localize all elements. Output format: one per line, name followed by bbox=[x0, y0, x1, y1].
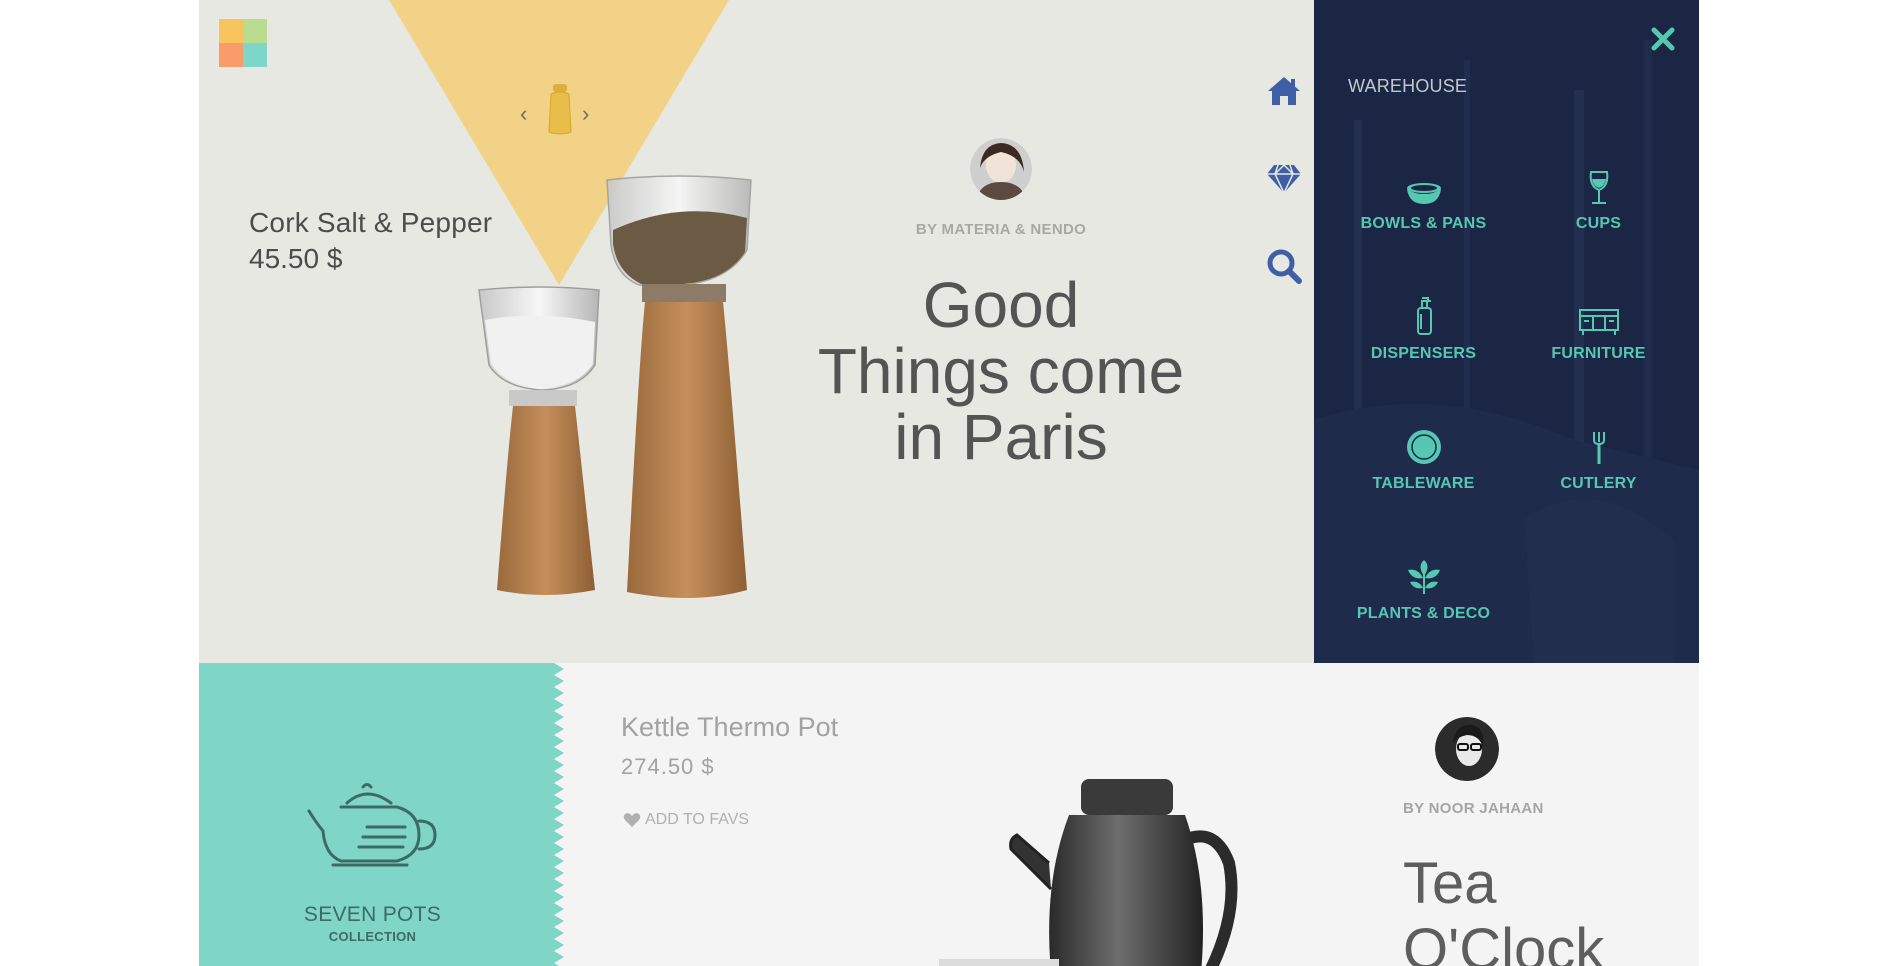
hero-section: ‹ › Cork Salt & Pepper 45.50 $ BY MATERI… bbox=[199, 0, 1314, 663]
warehouse-menu: WAREHOUSE BOWLS & PANS CUPS DISPENSERS F… bbox=[1314, 0, 1699, 663]
close-icon[interactable] bbox=[1648, 24, 1678, 54]
chevron-right-icon[interactable]: › bbox=[582, 103, 589, 125]
furniture-icon bbox=[1578, 309, 1619, 335]
menu-item-cutlery[interactable]: CUTLERY bbox=[1511, 420, 1686, 510]
hero-headline: Good Things come in Paris bbox=[817, 269, 1185, 473]
author-byline: BY MATERIA & NENDO bbox=[915, 221, 1087, 238]
fork-icon bbox=[1592, 432, 1605, 464]
menu-item-furniture[interactable]: FURNITURE bbox=[1511, 290, 1686, 380]
collection-subtitle: COLLECTION bbox=[328, 929, 417, 944]
zigzag-edge bbox=[554, 663, 564, 966]
shaker-icon bbox=[548, 84, 572, 135]
product-carousel-nav: ‹ › bbox=[520, 80, 600, 140]
featured-headline: Tea O'Clock bbox=[1403, 851, 1605, 966]
product-price: 45.50 $ bbox=[249, 243, 343, 274]
author-byline: BY NOOR JAHAAN bbox=[1403, 800, 1544, 817]
logo[interactable] bbox=[219, 19, 267, 67]
kettle-image bbox=[939, 779, 1238, 966]
page-frame: ‹ › Cork Salt & Pepper 45.50 $ BY MATERI… bbox=[199, 0, 1699, 966]
menu-item-dispensers[interactable]: DISPENSERS bbox=[1336, 290, 1511, 380]
dispenser-icon bbox=[1416, 297, 1432, 335]
featured-product-name[interactable]: Kettle Thermo Pot bbox=[621, 712, 838, 743]
salt-pepper-image bbox=[478, 175, 752, 599]
bowl-icon bbox=[1406, 183, 1441, 204]
author-avatar[interactable] bbox=[1435, 717, 1499, 781]
home-icon[interactable] bbox=[1264, 70, 1304, 110]
collection-name: SEVEN POTS bbox=[303, 903, 442, 926]
chevron-left-icon[interactable]: ‹ bbox=[520, 103, 527, 125]
diamond-icon[interactable] bbox=[1264, 157, 1304, 197]
wine-glass-icon bbox=[1589, 171, 1608, 204]
search-icon[interactable] bbox=[1264, 246, 1304, 286]
plant-icon bbox=[1407, 560, 1440, 594]
menu-title: WAREHOUSE bbox=[1348, 76, 1468, 96]
author-avatar[interactable] bbox=[970, 138, 1032, 200]
featured-product-price: 274.50 $ bbox=[621, 754, 715, 779]
heart-icon bbox=[623, 813, 641, 827]
featured-section: SEVEN POTS COLLECTION Kettle Thermo Pot … bbox=[199, 663, 1699, 966]
collection-card[interactable]: SEVEN POTS COLLECTION bbox=[199, 663, 554, 966]
menu-item-plants-deco[interactable]: PLANTS & DECO bbox=[1336, 550, 1511, 640]
teapot-icon bbox=[307, 783, 437, 867]
add-to-favs-button[interactable]: ADD TO FAVS bbox=[623, 811, 749, 829]
menu-item-bowls-pans[interactable]: BOWLS & PANS bbox=[1336, 160, 1511, 250]
plate-icon bbox=[1406, 430, 1441, 464]
menu-item-cups[interactable]: CUPS bbox=[1511, 160, 1686, 250]
menu-item-tableware[interactable]: TABLEWARE bbox=[1336, 420, 1511, 510]
